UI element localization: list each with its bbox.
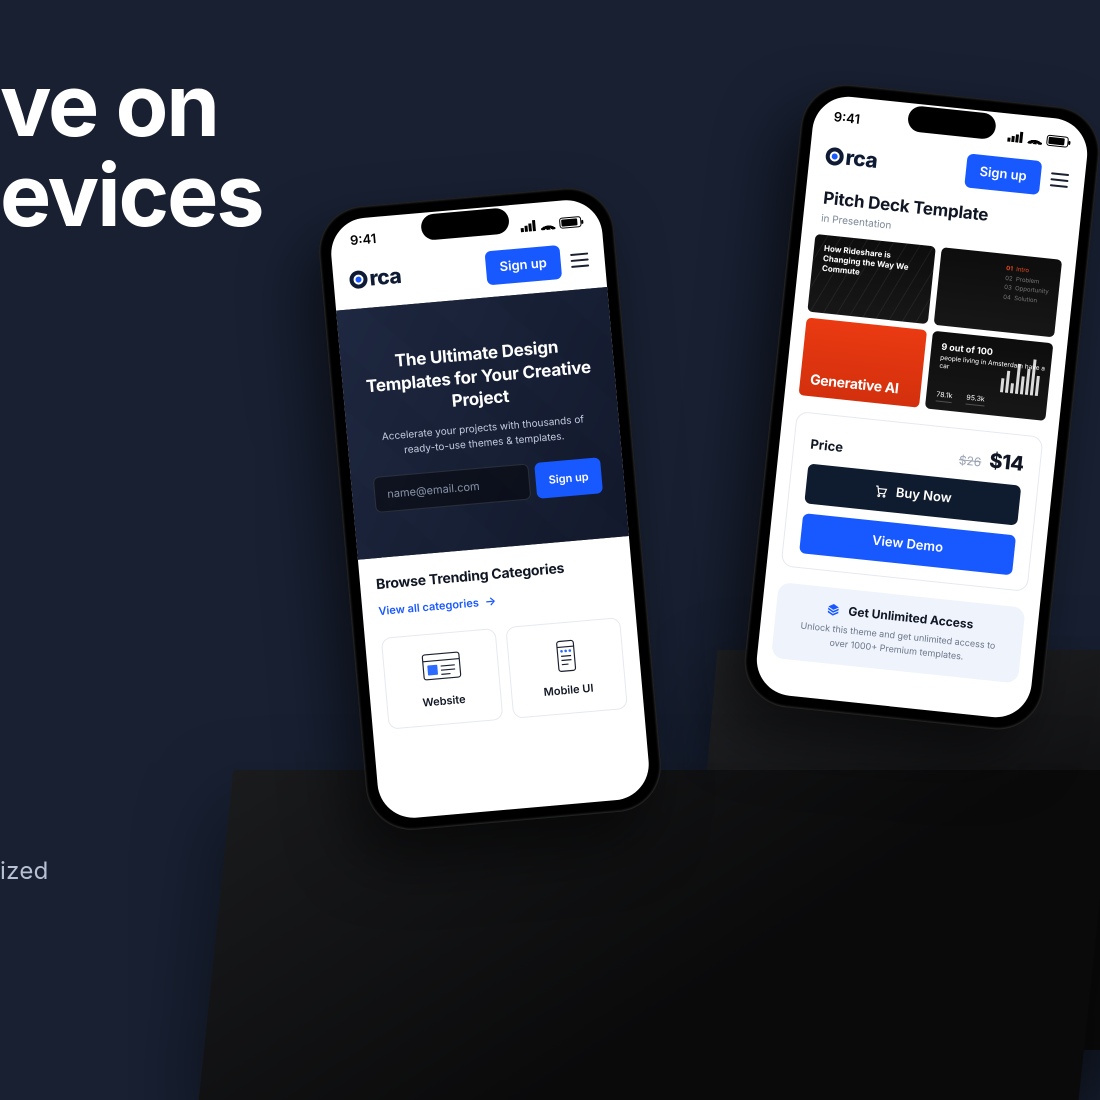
battery-icon	[559, 215, 582, 228]
arrow-right-icon: →	[484, 593, 497, 609]
brand-name: rca	[368, 263, 402, 291]
preview-slide[interactable]: Generative AI	[799, 317, 927, 407]
brand-logo[interactable]: rca	[824, 143, 878, 173]
signal-icon	[520, 219, 537, 231]
wifi-icon	[1027, 132, 1043, 145]
preview-slide[interactable]: 9 out of 100 people living in Amsterdam …	[925, 331, 1053, 421]
status-time: 9:41	[833, 109, 861, 128]
category-label: Mobile UI	[543, 681, 594, 699]
logo-mark-icon	[825, 147, 845, 167]
device-mockup-home: 9:41 rca Sign up The Ultimate Design Tem…	[315, 184, 664, 833]
device-mockup-product: 9:41 rca Sign up Pitch Deck Template in …	[740, 80, 1100, 734]
hero-title: The Ultimate Design Templates for Your C…	[362, 333, 595, 421]
category-mobile-ui[interactable]: Mobile UI	[505, 617, 628, 719]
slide-toc: 01 Intro 02 Problem 03 Opportunity 04 So…	[1003, 264, 1052, 307]
menu-icon[interactable]	[570, 252, 589, 268]
battery-icon	[1046, 134, 1069, 147]
hero-subtitle: Accelerate your projects with thousands …	[369, 412, 599, 462]
price-label: Price	[810, 437, 844, 456]
price-card: Price $26 $14 Buy Now View Demo	[781, 411, 1044, 592]
hero-signup-button[interactable]: Sign up	[534, 458, 603, 500]
wifi-icon	[540, 218, 556, 230]
category-label: Website	[422, 692, 466, 710]
cart-icon	[873, 483, 888, 498]
view-demo-button[interactable]: View Demo	[799, 513, 1016, 575]
preview-slide[interactable]: 01 Intro 02 Problem 03 Opportunity 04 So…	[934, 247, 1062, 337]
signup-button[interactable]: Sign up	[964, 153, 1042, 195]
marketing-subline: ized	[0, 856, 49, 885]
email-field[interactable]	[373, 464, 532, 513]
slide-text: Generative AI	[809, 371, 899, 397]
category-website[interactable]: Website	[381, 628, 504, 730]
layers-icon	[826, 602, 841, 617]
price-old: $26	[958, 452, 982, 469]
status-time: 9:41	[349, 231, 376, 249]
mobile-ui-icon	[544, 637, 587, 674]
brand-logo[interactable]: rca	[348, 263, 402, 292]
marketing-headline: ve on evices	[0, 60, 263, 241]
menu-icon[interactable]	[1050, 172, 1069, 188]
bar-chart-icon	[1000, 352, 1042, 396]
logo-mark-icon	[349, 270, 369, 290]
slide-text: How Rideshare is Changing the Way We Com…	[821, 243, 920, 283]
hero-section: The Ultimate Design Templates for Your C…	[336, 287, 629, 560]
unlimited-access-card[interactable]: Get Unlimited Access Unlock this theme a…	[771, 582, 1026, 684]
brand-name: rca	[844, 145, 878, 173]
preview-slide[interactable]: How Rideshare is Changing the Way We Com…	[807, 234, 935, 324]
slide-figures: 78.1k 95.3k	[936, 389, 986, 406]
website-icon	[420, 648, 463, 685]
signup-button[interactable]: Sign up	[484, 245, 562, 285]
price-current: $14	[988, 448, 1025, 475]
buy-now-label: Buy Now	[895, 485, 952, 507]
preview-gallery: How Rideshare is Changing the Way We Com…	[785, 232, 1076, 422]
signal-icon	[1007, 130, 1024, 143]
stage-block-left	[199, 770, 1100, 1100]
